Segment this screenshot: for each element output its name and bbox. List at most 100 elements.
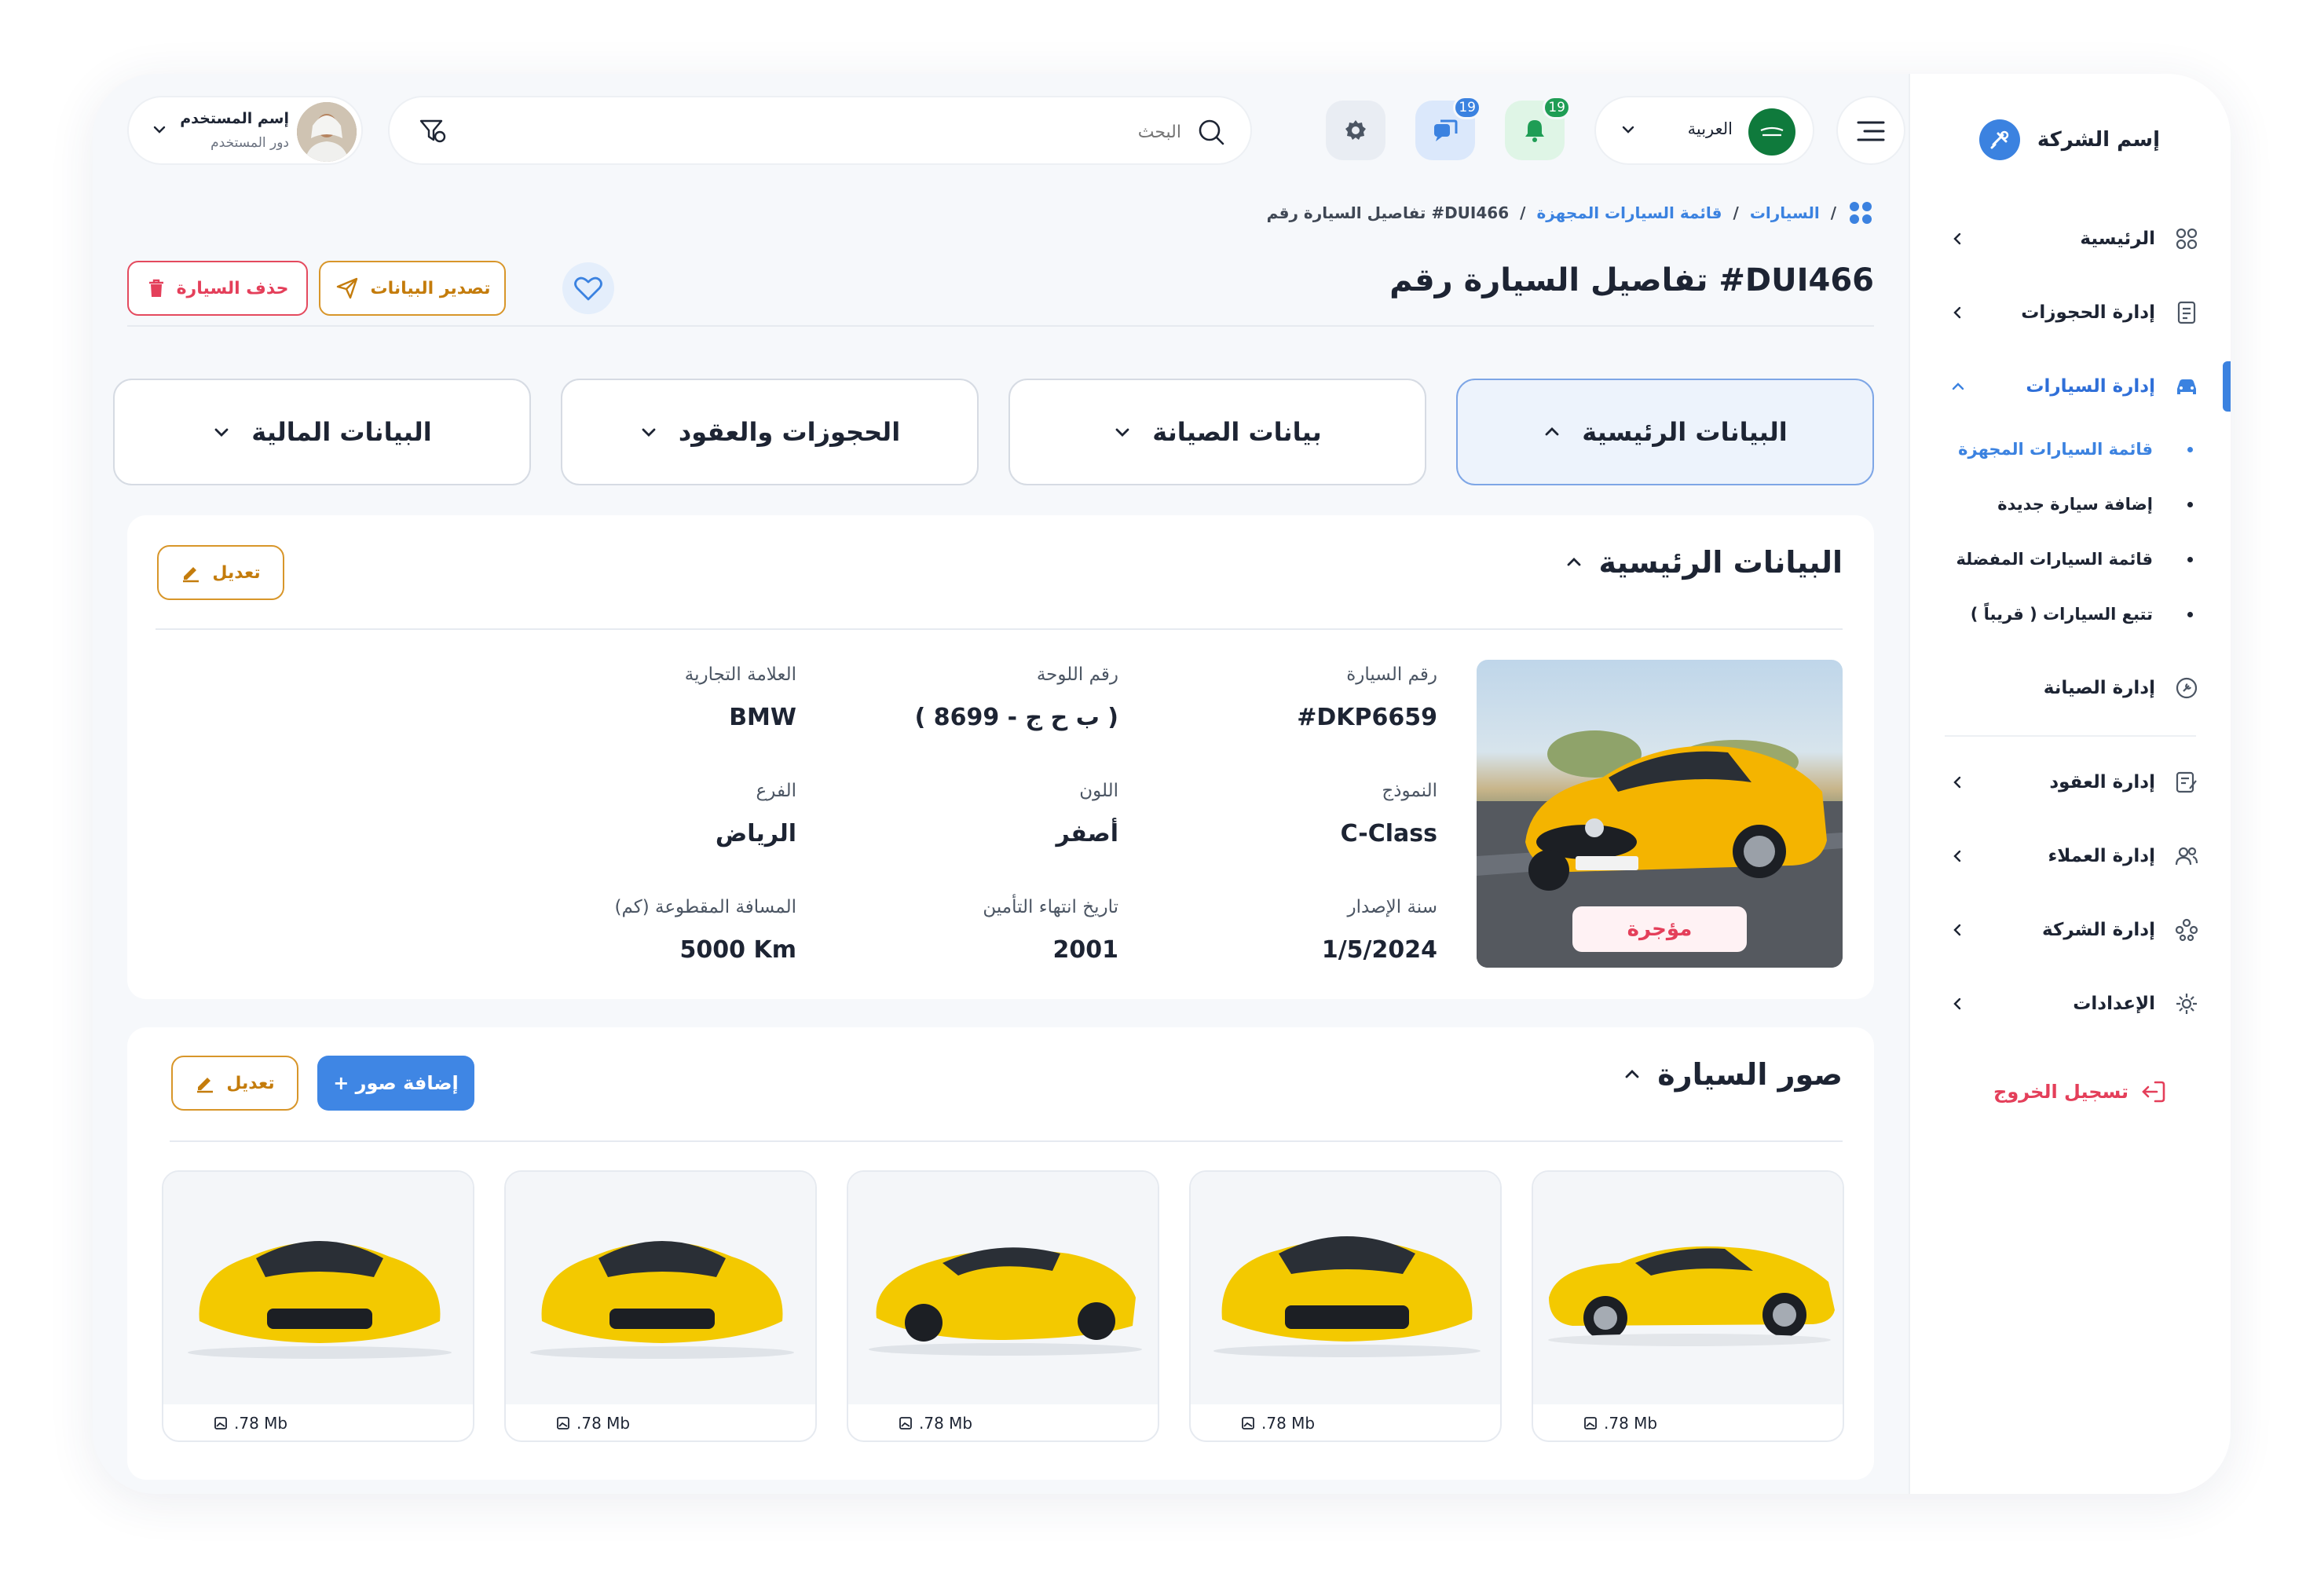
- file-size: .78 Mb: [214, 1414, 287, 1433]
- field-value: 5000 Km: [679, 936, 796, 964]
- sidebar-item-label: إدارة العملاء: [2048, 846, 2155, 866]
- chevron-left-icon: [1946, 771, 1970, 794]
- sidebar: إسم الشركة الرئيسية إدارة الحجوزات إدارة…: [1909, 74, 2231, 1494]
- image-icon: [899, 1416, 913, 1430]
- file-size: .78 Mb: [1241, 1414, 1315, 1433]
- breadcrumb-separator: /: [1733, 203, 1739, 222]
- page-title: تفاصيل السيارة رقم #DUI466: [1389, 262, 1874, 298]
- field-label: النموذج: [1382, 781, 1437, 801]
- file-size-label: .78 Mb: [919, 1414, 973, 1433]
- file-size: .78 Mb: [1583, 1414, 1657, 1433]
- chevron-down-icon: [639, 423, 658, 441]
- field-label: رقم السيارة: [1346, 664, 1437, 685]
- settings-button[interactable]: [1326, 101, 1385, 160]
- main-info-header[interactable]: البيانات الرئيسية: [1565, 545, 1843, 580]
- topbar: إسم المستخدم دور المستخدم 19 19: [127, 96, 1905, 167]
- breadcrumb-current: تفاصيل السيارة رقم #DUI466: [1266, 203, 1510, 222]
- language-label: العربية: [1687, 119, 1733, 138]
- photo-thumbnail[interactable]: .78 Mb: [1189, 1170, 1502, 1442]
- tab-financial[interactable]: البيانات المالية: [113, 379, 531, 485]
- export-label: تصدير البيانات: [370, 278, 491, 298]
- sidebar-item-company[interactable]: إدارة الشركة: [1938, 903, 2202, 957]
- user-menu[interactable]: إسم المستخدم دور المستخدم: [127, 96, 363, 165]
- hamburger-icon: [1854, 116, 1888, 146]
- search-input[interactable]: [537, 115, 1181, 149]
- car-photo: [848, 1172, 1158, 1404]
- edit-label: تعديل: [226, 1073, 275, 1093]
- filter-icon[interactable]: [418, 116, 448, 146]
- chevron-up-icon: [1543, 423, 1561, 441]
- add-photos-button[interactable]: + إضافة صور: [317, 1056, 474, 1111]
- breadcrumb-equipped-cars[interactable]: قائمة السيارات المجهزة: [1536, 203, 1722, 222]
- apps-icon[interactable]: [1847, 200, 1874, 226]
- active-indicator: [2223, 361, 2231, 412]
- app-window: إسم الشركة الرئيسية إدارة الحجوزات إدارة…: [93, 74, 2231, 1494]
- field-brand: العلامة التجارية BMW: [685, 664, 796, 731]
- field-label: تاريخ انتهاء التأمين: [983, 897, 1118, 917]
- car-photo: [1191, 1172, 1500, 1404]
- user-role: دور المستخدم: [210, 135, 289, 151]
- messages-button[interactable]: 19: [1415, 96, 1481, 160]
- favorite-button[interactable]: [562, 262, 614, 314]
- image-icon: [1241, 1416, 1255, 1430]
- field-label: المسافة المقطوعة (كم): [614, 897, 796, 917]
- car-main-image: مؤجرة: [1477, 660, 1843, 968]
- chevron-down-icon: [151, 121, 168, 138]
- photo-thumbnail[interactable]: .78 Mb: [1532, 1170, 1844, 1442]
- photo-thumbnail[interactable]: .78 Mb: [162, 1170, 474, 1442]
- trash-icon: [147, 278, 166, 298]
- page-header: تفاصيل السيارة رقم #DUI466 تصدير البيانا…: [127, 256, 1874, 327]
- photos-header[interactable]: صور السيارة: [1623, 1057, 1843, 1092]
- main-content: إسم المستخدم دور المستخدم 19 19: [93, 74, 1909, 1494]
- edit-photos-button[interactable]: تعديل: [171, 1056, 298, 1111]
- logout-button[interactable]: تسجيل الخروج: [1993, 1078, 2168, 1106]
- notifications-badge: 19: [1543, 96, 1571, 119]
- field-mileage: المسافة المقطوعة (كم) 5000 Km: [614, 897, 796, 964]
- field-label: اللون: [1079, 781, 1118, 801]
- saudi-flag-icon: [1748, 108, 1795, 156]
- bell-icon: [1521, 117, 1548, 144]
- sidebar-item-clients[interactable]: إدارة العملاء: [1938, 829, 2202, 883]
- breadcrumb: / السيارات / قائمة السيارات المجهزة / تف…: [1267, 200, 1874, 226]
- file-size: .78 Mb: [899, 1414, 972, 1433]
- field-value: BMW: [729, 704, 796, 731]
- file-size-label: .78 Mb: [576, 1414, 631, 1433]
- tab-label: الحجوزات والعقود: [678, 417, 901, 447]
- tab-main-info[interactable]: البيانات الرئيسية: [1456, 379, 1874, 485]
- field-label: سنة الإصدار: [1347, 897, 1437, 917]
- edit-main-info-button[interactable]: تعديل: [157, 545, 284, 600]
- chevron-down-icon: [1620, 121, 1637, 138]
- logout-icon: [2139, 1078, 2168, 1106]
- pencil-icon: [195, 1073, 215, 1093]
- tab-bookings-contracts[interactable]: الحجوزات والعقود: [561, 379, 979, 485]
- tab-maintenance[interactable]: بيانات الصيانة: [1008, 379, 1426, 485]
- language-selector[interactable]: العربية: [1594, 96, 1814, 165]
- field-value: #DKP6659: [1297, 704, 1437, 731]
- sidebar-item-label: الإعدادات: [2073, 994, 2155, 1014]
- organization-icon: [2171, 914, 2202, 946]
- menu-toggle-button[interactable]: [1836, 96, 1905, 165]
- car-photo: [163, 1172, 473, 1404]
- field-release-year: سنة الإصدار 1/5/2024: [1322, 897, 1437, 964]
- section-title: صور السيارة: [1657, 1057, 1843, 1092]
- field-value: 1/5/2024: [1321, 936, 1437, 964]
- sidebar-item-contracts[interactable]: إدارة العقود: [1938, 756, 2202, 809]
- delete-car-button[interactable]: حذف السيارة: [127, 261, 308, 316]
- gear-icon: [1342, 117, 1369, 144]
- car-photos-card: صور السيارة + إضافة صور تعديل .78 Mb .78…: [127, 1027, 1874, 1480]
- field-insurance-expiry: تاريخ انتهاء التأمين 2001: [983, 897, 1118, 964]
- image-icon: [214, 1416, 228, 1430]
- photo-thumbnail[interactable]: .78 Mb: [847, 1170, 1159, 1442]
- chevron-left-icon: [1946, 844, 1970, 868]
- field-color: اللون أصفر: [1056, 781, 1118, 847]
- notifications-button[interactable]: 19: [1505, 96, 1571, 160]
- sidebar-item-settings[interactable]: الإعدادات: [1938, 977, 2202, 1030]
- image-icon: [1583, 1416, 1598, 1430]
- breadcrumb-cars[interactable]: السيارات: [1750, 203, 1820, 222]
- tab-label: البيانات المالية: [251, 417, 432, 447]
- export-data-button[interactable]: تصدير البيانات: [319, 261, 506, 316]
- car-photo: [1533, 1172, 1843, 1404]
- chevron-down-icon: [1113, 423, 1132, 441]
- gear-icon: [2171, 988, 2202, 1019]
- photo-thumbnail[interactable]: .78 Mb: [504, 1170, 817, 1442]
